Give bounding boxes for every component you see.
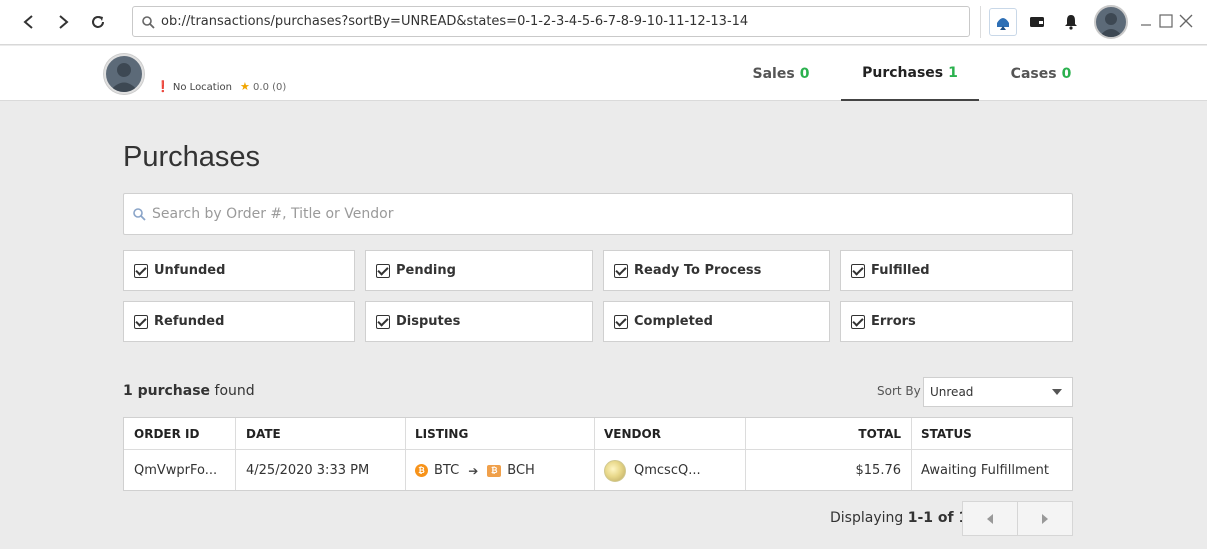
chevron-left-icon bbox=[987, 513, 993, 524]
order-id-cell[interactable]: QmVwprFo... bbox=[134, 450, 234, 491]
checkbox-checked-icon[interactable] bbox=[614, 314, 628, 329]
browser-toolbar: ob://transactions/purchases?sortBy=UNREA… bbox=[0, 0, 1207, 45]
profile-meta: ❗ No Location ★ 0.0 (0) bbox=[156, 80, 286, 93]
header-total[interactable]: TOTAL bbox=[755, 418, 901, 449]
search-icon bbox=[133, 208, 146, 221]
back-icon[interactable] bbox=[17, 10, 41, 34]
next-page-button[interactable] bbox=[1017, 502, 1072, 535]
header-status[interactable]: STATUS bbox=[921, 418, 1071, 449]
purchases-table: ORDER ID DATE LISTING VENDOR TOTAL STATU… bbox=[123, 417, 1073, 491]
close-icon[interactable] bbox=[1177, 12, 1195, 30]
listing-cell[interactable]: ₿ BTC ➔ ₿ BCH bbox=[415, 450, 590, 491]
status-cell[interactable]: Awaiting Fulfillment bbox=[921, 450, 1071, 491]
tab-purchases[interactable]: Purchases 1 bbox=[841, 46, 979, 101]
bch-icon: ₿ bbox=[487, 464, 502, 477]
column-divider bbox=[405, 418, 406, 490]
minimize-icon[interactable] bbox=[1137, 12, 1155, 30]
sort-select[interactable]: Unread bbox=[923, 377, 1073, 407]
chevron-down-icon bbox=[1052, 389, 1062, 395]
pagination-text: Displaying 1-1 of 1 bbox=[830, 510, 969, 526]
filter-disputes[interactable]: Disputes bbox=[365, 301, 593, 342]
location: ❗ No Location bbox=[156, 80, 232, 93]
maximize-icon[interactable] bbox=[1157, 12, 1175, 30]
address-bar[interactable]: ob://transactions/purchases?sortBy=UNREA… bbox=[132, 6, 970, 37]
search-box[interactable] bbox=[123, 193, 1073, 235]
checkbox-checked-icon[interactable] bbox=[614, 263, 628, 278]
btc-icon: ₿ bbox=[415, 464, 428, 477]
filter-completed[interactable]: Completed bbox=[603, 301, 830, 342]
filter-ready-to-process[interactable]: Ready To Process bbox=[603, 250, 830, 291]
address-text: ob://transactions/purchases?sortBy=UNREA… bbox=[161, 14, 749, 29]
checkbox-checked-icon[interactable] bbox=[851, 314, 865, 329]
bell-icon[interactable] bbox=[1058, 9, 1084, 35]
checkbox-checked-icon[interactable] bbox=[134, 314, 148, 329]
profile-avatar[interactable] bbox=[104, 54, 144, 94]
header-vendor[interactable]: VENDOR bbox=[604, 418, 734, 449]
checkbox-checked-icon[interactable] bbox=[134, 263, 148, 278]
tab-sales[interactable]: Sales 0 bbox=[741, 46, 821, 101]
arrow-right-icon: ➔ bbox=[468, 463, 479, 478]
profile-header: ❗ No Location ★ 0.0 (0) Sales 0 Purchases… bbox=[0, 46, 1207, 101]
sort-label: Sort By bbox=[877, 384, 921, 398]
column-divider bbox=[235, 418, 236, 490]
chevron-right-icon bbox=[1042, 513, 1048, 524]
header-date[interactable]: DATE bbox=[246, 418, 396, 449]
toolbar-divider bbox=[980, 6, 981, 38]
openbazaar-logo-icon[interactable] bbox=[989, 8, 1017, 36]
search-input[interactable] bbox=[152, 206, 1072, 222]
tab-cases[interactable]: Cases 0 bbox=[1000, 46, 1082, 101]
prev-page-button[interactable] bbox=[963, 502, 1017, 535]
vendor-avatar bbox=[604, 459, 626, 482]
reload-icon[interactable] bbox=[86, 10, 110, 34]
filter-refunded[interactable]: Refunded bbox=[123, 301, 355, 342]
pin-icon: ❗ bbox=[156, 80, 170, 93]
total-cell[interactable]: $15.76 bbox=[755, 450, 902, 491]
pagination-controls bbox=[962, 501, 1073, 536]
column-divider bbox=[911, 418, 912, 490]
search-icon bbox=[142, 15, 155, 29]
header-listing[interactable]: LISTING bbox=[415, 418, 585, 449]
filter-fulfilled[interactable]: Fulfilled bbox=[840, 250, 1073, 291]
header-order-id[interactable]: ORDER ID bbox=[134, 418, 234, 449]
filter-errors[interactable]: Errors bbox=[840, 301, 1073, 342]
vendor-cell[interactable]: QmcscQ... bbox=[604, 450, 742, 491]
wallet-icon[interactable] bbox=[1024, 9, 1050, 35]
rating: ★ 0.0 (0) bbox=[239, 80, 287, 93]
avatar[interactable] bbox=[1094, 5, 1128, 39]
column-divider bbox=[745, 418, 746, 490]
column-divider bbox=[594, 418, 595, 490]
filter-pending[interactable]: Pending bbox=[365, 250, 593, 291]
forward-icon[interactable] bbox=[51, 10, 75, 34]
filter-unfunded[interactable]: Unfunded bbox=[123, 250, 355, 291]
checkbox-checked-icon[interactable] bbox=[376, 263, 390, 278]
star-icon: ★ bbox=[239, 80, 250, 93]
checkbox-checked-icon[interactable] bbox=[376, 314, 390, 329]
checkbox-checked-icon[interactable] bbox=[851, 263, 865, 278]
results-count: 1 purchase found bbox=[123, 383, 255, 399]
page-title: Purchases bbox=[123, 141, 261, 173]
date-cell[interactable]: 4/25/2020 3:33 PM bbox=[246, 450, 401, 491]
